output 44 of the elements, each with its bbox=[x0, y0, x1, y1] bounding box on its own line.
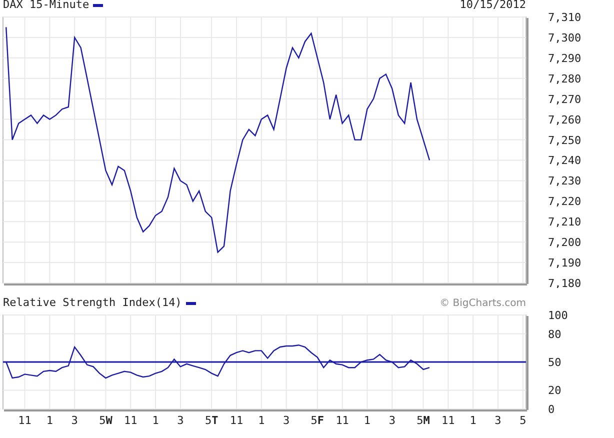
x-axis-label: 5 bbox=[520, 415, 526, 427]
legend-swatch bbox=[93, 4, 104, 7]
y-axis-label: 7,260 bbox=[548, 113, 582, 126]
x-axis-label: 3 bbox=[388, 415, 396, 427]
x-axis-label: 1 bbox=[470, 415, 476, 427]
x-axis-label: 1 bbox=[364, 415, 371, 427]
x-axis-label: 3 bbox=[71, 415, 78, 427]
x-axis-label: 1 bbox=[152, 415, 159, 427]
x-axis-label: 11 bbox=[124, 415, 138, 427]
chart-title: Relative Strength Index(14) bbox=[3, 295, 182, 312]
y-axis-label: 100 bbox=[548, 309, 568, 322]
y-axis-label: 7,290 bbox=[548, 52, 582, 65]
y-axis-label: 7,270 bbox=[548, 92, 582, 106]
x-axis-label: 11 bbox=[442, 415, 455, 427]
legend-swatch bbox=[186, 302, 196, 305]
x-axis-label: 5W bbox=[99, 415, 112, 427]
x-axis-label: 3 bbox=[177, 415, 184, 427]
y-axis-label: 7,210 bbox=[548, 216, 582, 229]
y-axis-label: 7,240 bbox=[548, 154, 582, 168]
y-axis-label: 80 bbox=[548, 328, 562, 341]
x-axis-label: 1 bbox=[46, 415, 53, 427]
y-axis-label: 7,250 bbox=[548, 134, 582, 147]
y-axis-label: 7,200 bbox=[548, 236, 582, 250]
y-axis-label: 7,300 bbox=[548, 31, 582, 44]
y-axis-label: 0 bbox=[548, 403, 555, 416]
y-axis-label: 50 bbox=[548, 356, 562, 369]
chart-date: 10/15/2012 bbox=[460, 0, 526, 14]
copyright-text: © BigCharts.com bbox=[440, 297, 526, 311]
x-axis-label: 1 bbox=[258, 415, 265, 427]
x-axis-label: 5F bbox=[310, 415, 324, 427]
x-axis-label: 11 bbox=[18, 415, 32, 427]
x-axis-label: 3 bbox=[494, 415, 502, 427]
y-axis-label: 7,280 bbox=[548, 72, 582, 86]
y-axis-label: 7,230 bbox=[548, 174, 582, 188]
y-axis-label: 7,190 bbox=[548, 256, 582, 270]
x-axis-label: 5T bbox=[204, 415, 218, 427]
y-axis-label: 20 bbox=[548, 384, 562, 398]
y-axis-label: 7,310 bbox=[548, 11, 582, 24]
x-axis-label: 11 bbox=[230, 415, 244, 427]
x-axis-label: 11 bbox=[336, 415, 349, 427]
chart-title: DAX 15-Minute bbox=[3, 0, 90, 14]
y-axis-label: 7,220 bbox=[548, 195, 582, 208]
x-axis-label: 3 bbox=[282, 415, 290, 427]
x-axis-label: 5M bbox=[416, 415, 430, 427]
